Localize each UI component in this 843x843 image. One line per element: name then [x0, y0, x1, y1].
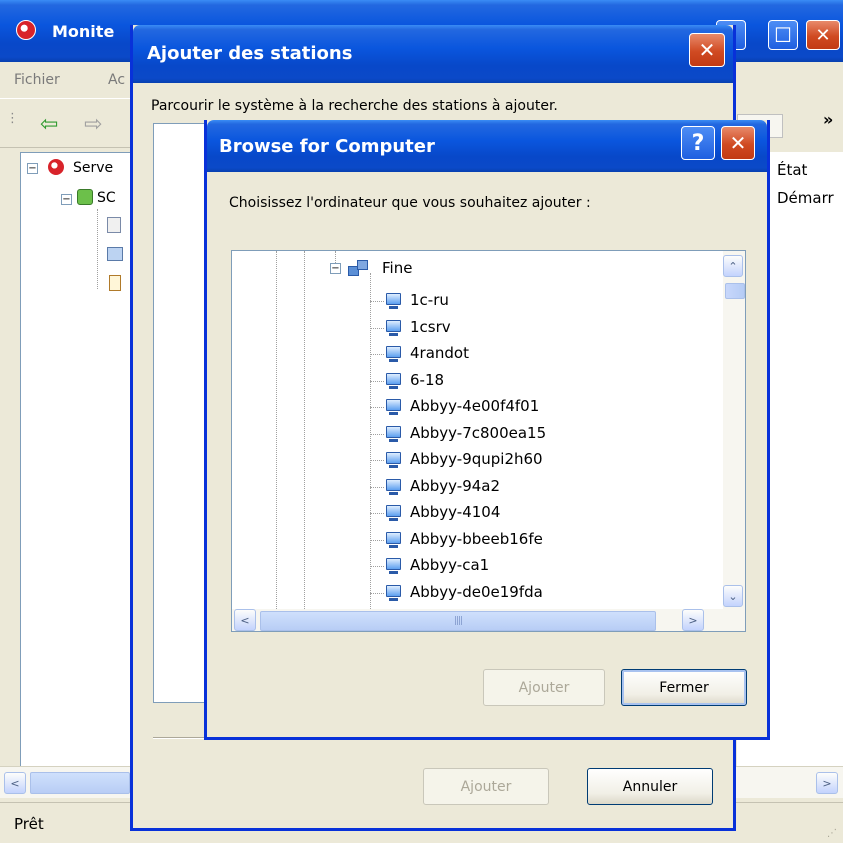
add-stations-instruction: Parcourir le système à la recherche des …	[151, 98, 558, 114]
computer-name: 1c-ru	[410, 291, 449, 309]
tree-node-computer[interactable]: Abbyy-4e00f4f01	[232, 395, 712, 422]
computer-name: Abbyy-ca1	[410, 556, 490, 574]
computer-name: Abbyy-94a2	[410, 476, 501, 495]
station-group-icon	[77, 189, 93, 205]
clipboard-icon	[109, 275, 121, 291]
main-scroll-thumb[interactable]	[30, 772, 130, 794]
computer-icon	[386, 372, 402, 391]
scroll-down-icon[interactable]: ⌄	[723, 585, 743, 607]
help-icon: ?	[691, 130, 705, 156]
browse-close-button[interactable]: ✕	[721, 126, 755, 160]
computer-name: Abbyy-bbeeb16fe	[410, 529, 543, 548]
tree-node-computer[interactable]: Abbyy-94a2	[232, 475, 712, 502]
tree-node-server[interactable]: Serve	[73, 160, 113, 176]
tree-node-computer[interactable]: Abbyy-7c800ea15	[232, 422, 712, 449]
tree-node-computer[interactable]: 1c-ru	[232, 289, 712, 316]
tree-vertical-thumb[interactable]	[725, 283, 745, 299]
browse-title: Browse for Computer	[219, 136, 435, 157]
add-stations-title: Ajouter des stations	[147, 43, 353, 64]
toolbar-overflow-icon[interactable]: »	[823, 110, 833, 129]
add-stations-titlebar[interactable]: Ajouter des stations ✕	[133, 25, 733, 83]
computer-icon	[386, 584, 402, 603]
tree-horizontal-thumb[interactable]: ||||	[260, 611, 656, 631]
tree-collapse-icon[interactable]: −	[330, 263, 341, 274]
computer-name: Abbyy-4104	[410, 503, 501, 521]
status-cell: Démarr	[777, 189, 834, 207]
browse-close-dialog-button[interactable]: Fermer	[621, 669, 747, 706]
computer-icon	[386, 346, 402, 364]
back-arrow-icon[interactable]: ⇦	[40, 114, 58, 136]
tree-node-computer[interactable]: Abbyy-9qupi2h60	[232, 448, 712, 475]
scroll-right-icon[interactable]: >	[816, 772, 838, 794]
computer-icon	[386, 425, 402, 444]
browse-add-button[interactable]: Ajouter	[483, 669, 605, 706]
computer-icon	[386, 531, 402, 550]
add-stations-close-button[interactable]: ✕	[689, 33, 725, 67]
stations-add-button[interactable]: Ajouter	[423, 768, 549, 805]
computer-name: Abbyy-9qupi2h60	[410, 450, 543, 468]
server-icon	[47, 158, 65, 176]
browse-for-computer-dialog: Browse for Computer ? ✕ Choisissez l'ord…	[204, 120, 770, 740]
computer-name: Abbyy-4e00f4f01	[410, 397, 540, 415]
computer-name: Abbyy-7c800ea15	[410, 423, 547, 442]
tree-collapse-icon[interactable]: −	[27, 163, 38, 174]
computer-name: 6-18	[410, 370, 445, 389]
menu-fichier[interactable]: Fichier	[14, 72, 60, 88]
toolbar-grip: ⋮	[6, 111, 19, 126]
computer-icon	[386, 293, 402, 311]
network-group-icon	[348, 260, 368, 276]
column-header-etat[interactable]: État	[777, 161, 807, 179]
main-window-title: Monite	[52, 22, 115, 41]
main-tree-view[interactable]: − Serve − SC	[20, 152, 140, 767]
toolbar: ⋮ ⇦ ⇨	[0, 98, 140, 148]
close-icon: ✕	[815, 24, 831, 46]
computer-name: Abbyy-de0e19fda	[410, 582, 543, 601]
resize-grip-icon[interactable]: ⋰	[827, 828, 837, 839]
computer-tree-view[interactable]: − Fine 1c-ru 1csrv 4randot 6-18 Abbyy-4e00f4…	[231, 250, 746, 632]
scroll-left-icon[interactable]: <	[234, 609, 256, 631]
tree-node-sc[interactable]: SC	[97, 190, 116, 206]
monitor-icon	[107, 247, 123, 261]
tree-node-computer[interactable]: Abbyy-de0e19fda	[232, 581, 712, 608]
computer-icon	[386, 505, 402, 523]
status-text: Prêt	[14, 815, 44, 833]
tree-vertical-scrollbar[interactable]: ⌃ ⌄	[723, 251, 745, 611]
app-logo-icon	[16, 20, 36, 40]
browse-prompt: Choisissez l'ordinateur que vous souhait…	[229, 195, 591, 211]
tree-node-computer[interactable]: 4randot	[232, 342, 712, 369]
menu-bar: Fichier Ac	[0, 64, 140, 94]
scroll-left-icon[interactable]: <	[4, 772, 26, 794]
tree-node-computer[interactable]: 1csrv	[232, 316, 712, 343]
close-icon: ✕	[698, 38, 716, 62]
tree-node-computer[interactable]: 6-18	[232, 369, 712, 396]
checklist-icon	[107, 217, 121, 233]
computer-icon	[386, 319, 402, 338]
main-close-button[interactable]: ✕	[806, 20, 840, 50]
forward-arrow-icon[interactable]: ⇨	[84, 114, 102, 136]
browse-titlebar[interactable]: Browse for Computer ? ✕	[207, 120, 767, 172]
computer-icon	[386, 478, 402, 497]
computer-icon	[386, 452, 402, 470]
maximize-icon: ☐	[774, 23, 792, 47]
tree-node-group[interactable]: Fine	[382, 259, 412, 277]
tree-node-computer[interactable]: Abbyy-4104	[232, 501, 712, 528]
maximize-button[interactable]: ☐	[768, 20, 798, 50]
stations-cancel-button[interactable]: Annuler	[587, 768, 713, 805]
tree-collapse-icon[interactable]: −	[61, 194, 72, 205]
tree-horizontal-scrollbar[interactable]: < |||| >	[232, 609, 745, 631]
help-button[interactable]: ?	[681, 126, 715, 160]
computer-icon	[386, 399, 402, 417]
scroll-up-icon[interactable]: ⌃	[723, 255, 743, 277]
computer-icon	[386, 558, 402, 576]
scroll-right-icon[interactable]: >	[682, 609, 704, 631]
tree-node-computer[interactable]: Abbyy-bbeeb16fe	[232, 528, 712, 555]
computer-name: 4randot	[410, 344, 469, 362]
computer-name: 1csrv	[410, 317, 451, 336]
close-icon: ✕	[729, 131, 747, 155]
menu-action[interactable]: Ac	[108, 72, 125, 88]
tree-node-computer[interactable]: Abbyy-ca1	[232, 554, 712, 581]
